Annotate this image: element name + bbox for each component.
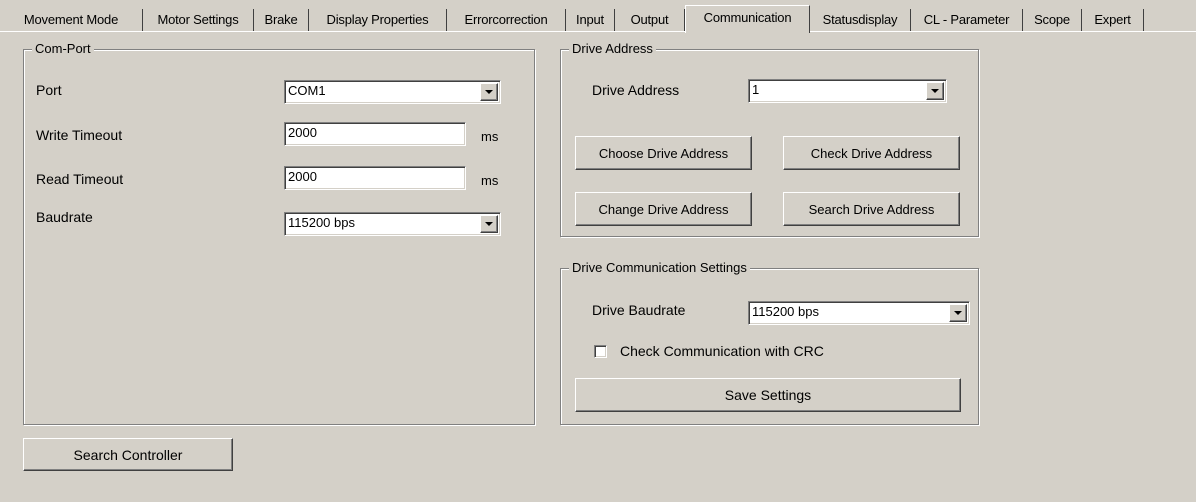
crc-checkbox[interactable] [594, 345, 607, 358]
drive-address-group-title: Drive Address [569, 41, 656, 57]
drive-address-group: Drive Address Drive Address 1 Choose Dri… [560, 41, 979, 237]
search-drive-address-button[interactable]: Search Drive Address [783, 192, 960, 226]
port-value: COM1 [288, 83, 326, 98]
drive-communication-group-title: Drive Communication Settings [569, 260, 750, 276]
read-timeout-unit: ms [481, 173, 499, 188]
drive-communication-group: Drive Communication Settings Drive Baudr… [560, 260, 979, 425]
drive-baudrate-label: Drive Baudrate [592, 302, 686, 318]
port-combobox[interactable]: COM1 [284, 80, 501, 104]
write-timeout-label: Write Timeout [36, 127, 123, 143]
tab-brake[interactable]: Brake [254, 9, 309, 31]
check-drive-address-button[interactable]: Check Drive Address [783, 136, 960, 170]
tab-strip: Movement Mode Motor Settings Brake Displ… [0, 0, 1196, 33]
tab-expert[interactable]: Expert [1082, 9, 1144, 31]
tab-input[interactable]: Input [566, 9, 615, 31]
tab-statusdisplay[interactable]: Statusdisplay [810, 9, 911, 31]
tab-movement-mode[interactable]: Movement Mode [0, 9, 143, 31]
drive-address-value: 1 [752, 82, 760, 97]
write-timeout-input[interactable]: 2000 [284, 122, 466, 146]
baudrate-combobox[interactable]: 115200 bps [284, 212, 501, 236]
tab-motor-settings[interactable]: Motor Settings [143, 9, 254, 31]
com-port-group: Com-Port Port COM1 Write Timeout 2000 ms… [23, 41, 535, 425]
chevron-down-icon[interactable] [926, 82, 944, 100]
drive-baudrate-combobox[interactable]: 115200 bps [748, 301, 970, 325]
tab-cl-parameter[interactable]: CL - Parameter [911, 9, 1023, 31]
tab-display-properties[interactable]: Display Properties [309, 9, 447, 31]
tab-communication[interactable]: Communication [685, 5, 810, 33]
chevron-down-icon[interactable] [949, 304, 967, 322]
port-label: Port [36, 82, 62, 98]
read-timeout-value: 2000 [288, 169, 317, 184]
search-controller-button[interactable]: Search Controller [23, 438, 233, 471]
write-timeout-value: 2000 [288, 125, 317, 140]
write-timeout-unit: ms [481, 129, 499, 144]
com-port-group-title: Com-Port [32, 41, 94, 57]
save-settings-button[interactable]: Save Settings [575, 378, 961, 412]
chevron-down-icon[interactable] [480, 215, 498, 233]
drive-address-label: Drive Address [592, 82, 680, 98]
tab-scope[interactable]: Scope [1023, 9, 1082, 31]
choose-drive-address-button[interactable]: Choose Drive Address [575, 136, 752, 170]
drive-baudrate-value: 115200 bps [752, 304, 819, 319]
tab-output[interactable]: Output [615, 9, 685, 31]
read-timeout-input[interactable]: 2000 [284, 166, 466, 190]
baudrate-value: 115200 bps [288, 215, 355, 230]
chevron-down-icon[interactable] [480, 83, 498, 101]
crc-checkbox-label[interactable]: Check Communication with CRC [620, 342, 824, 360]
baudrate-label: Baudrate [36, 209, 93, 225]
drive-address-combobox[interactable]: 1 [748, 79, 947, 103]
read-timeout-label: Read Timeout [36, 171, 124, 187]
change-drive-address-button[interactable]: Change Drive Address [575, 192, 752, 226]
tab-strip-baseline [0, 31, 1196, 32]
tab-errorcorrection[interactable]: Errorcorrection [447, 9, 566, 31]
